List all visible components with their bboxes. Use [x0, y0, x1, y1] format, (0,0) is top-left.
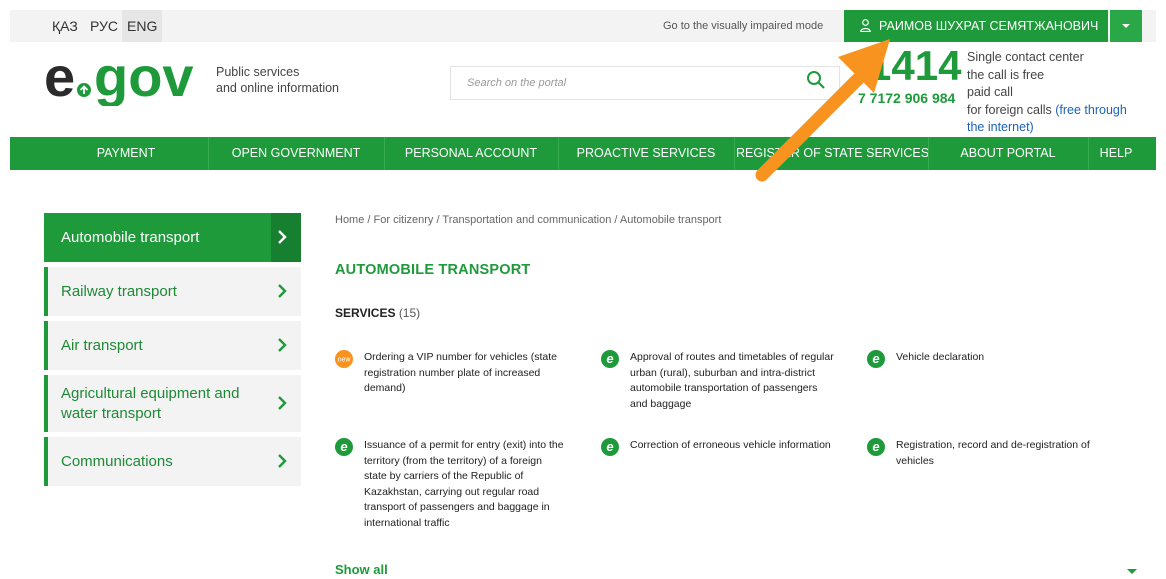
main-nav: PAYMENT OPEN GOVERNMENT PERSONAL ACCOUNT… [10, 137, 1156, 170]
sidebar-item-air-transport[interactable]: Air transport [44, 321, 301, 370]
lang-kaz[interactable]: ҚАЗ [50, 10, 80, 42]
contact-line-3: paid call [967, 85, 1013, 99]
svg-text:e: e [606, 439, 613, 454]
show-all-link[interactable]: Show all [335, 562, 388, 577]
search-icon[interactable] [806, 70, 826, 90]
service-title: Ordering a VIP number for vehicles (stat… [364, 351, 557, 394]
egov-e-icon: e [601, 350, 619, 368]
page-title: AUTOMOBILE TRANSPORT [335, 262, 531, 278]
service-title: Approval of routes and timetables of reg… [630, 351, 834, 410]
services-count: (15) [398, 306, 421, 320]
contact-phone-short[interactable]: 1414 [868, 42, 961, 90]
nav-proactive-services[interactable]: PROACTIVE SERVICES [560, 137, 732, 170]
sidebar-item-automobile-transport[interactable]: Automobile transport [44, 213, 301, 262]
sidebar-item-railway-transport[interactable]: Railway transport [44, 267, 301, 316]
svg-text:e: e [606, 351, 613, 366]
chevron-right-icon [278, 338, 287, 352]
nav-about-portal[interactable]: ABOUT PORTAL [930, 137, 1086, 170]
lang-eng[interactable]: ENG [122, 10, 163, 42]
chevron-right-icon [278, 454, 287, 468]
service-title: Vehicle declaration [896, 351, 985, 363]
sidebar-item-label: Agricultural equipment and water transpor… [61, 385, 240, 422]
service-title: Registration, record and de-registration… [896, 439, 1090, 467]
sidebar-item-label: Communications [61, 453, 173, 470]
services-heading: SERVICES (15) [335, 306, 421, 320]
contact-line-1: Single contact center [967, 50, 1084, 64]
visually-impaired-link[interactable]: Go to the visually impaired mode [663, 10, 823, 42]
egov-logo[interactable]: e gov [44, 52, 200, 106]
svg-text:e: e [340, 439, 347, 454]
top-bar: ҚАЗ РУС ENG Go to the visually impaired … [10, 10, 1156, 42]
sidebar-item-communications[interactable]: Communications [44, 437, 301, 486]
nav-payment[interactable]: PAYMENT [46, 137, 206, 170]
contact-info: Single contact center the call is free p… [967, 49, 1157, 137]
egov-e-icon: e [601, 438, 619, 456]
contact-phone-long[interactable]: 7 7172 906 984 [858, 90, 955, 106]
tagline-line-1: Public services [216, 65, 300, 79]
svg-text:gov: gov [94, 52, 194, 106]
nav-help[interactable]: HELP [1090, 137, 1142, 170]
service-title: Correction of erroneous vehicle informat… [630, 439, 831, 451]
svg-text:e: e [872, 439, 879, 454]
service-title: Issuance of a permit for entry (exit) in… [364, 439, 564, 529]
new-badge-icon: new [335, 350, 353, 368]
new-badge-label: new [338, 357, 352, 364]
svg-text:e: e [44, 52, 75, 106]
user-menu-button[interactable]: РАИМОВ ШУХРАТ СЕМЯТЖАНОВИЧ [844, 10, 1108, 42]
sidebar-item-agricultural-water-transport[interactable]: Agricultural equipment and water transpor… [44, 375, 301, 432]
nav-open-government[interactable]: OPEN GOVERNMENT [210, 137, 382, 170]
svg-text:e: e [872, 351, 879, 366]
lang-rus[interactable]: РУС [88, 10, 120, 42]
sidebar-item-label: Automobile transport [61, 229, 200, 246]
sidebar-item-label: Air transport [61, 337, 143, 354]
user-dropdown-toggle[interactable] [1110, 10, 1142, 42]
portal-tagline: Public services and online information [216, 64, 339, 96]
chevron-right-icon [278, 284, 287, 298]
egov-e-icon: e [867, 350, 885, 368]
egov-e-icon: e [867, 438, 885, 456]
egov-e-icon: e [335, 438, 353, 456]
chevron-right-icon [278, 396, 287, 410]
chevron-right-icon [278, 230, 287, 244]
free-internet-call-link-cont[interactable]: the internet) [967, 119, 1157, 137]
user-icon [860, 19, 871, 32]
nav-personal-account[interactable]: PERSONAL ACCOUNT [386, 137, 556, 170]
contact-line-4: for foreign calls (free through [967, 102, 1127, 117]
nav-register-state-services[interactable]: REGISTER OF STATE SERVICES [736, 137, 929, 170]
search-input[interactable] [450, 66, 840, 100]
sidebar-item-label: Railway transport [61, 283, 177, 300]
breadcrumb[interactable]: Home / For citizenry / Transportation an… [335, 214, 721, 226]
tagline-line-2: and online information [216, 81, 339, 95]
user-name: РАИМОВ ШУХРАТ СЕМЯТЖАНОВИЧ [879, 19, 1099, 33]
chevron-down-icon[interactable] [1127, 569, 1137, 574]
free-internet-call-link[interactable]: (free through [1055, 103, 1127, 117]
contact-line-2: the call is free [967, 67, 1045, 82]
